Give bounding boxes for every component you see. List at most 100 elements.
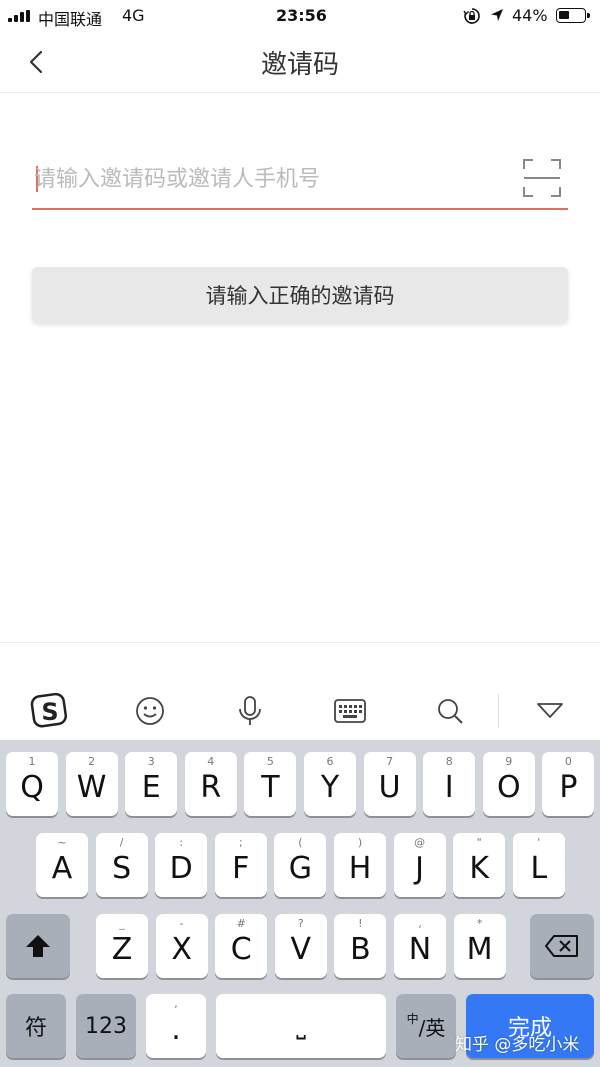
key-label: L bbox=[530, 850, 548, 886]
key-i[interactable]: 8I bbox=[423, 752, 476, 816]
key-x[interactable]: -X bbox=[155, 914, 208, 978]
submit-button[interactable]: 请输入正确的邀请码 bbox=[32, 267, 568, 323]
key-hint: ' bbox=[537, 836, 541, 849]
orientation-lock-icon bbox=[463, 8, 480, 24]
key-n[interactable]: ,N bbox=[394, 914, 446, 978]
sogou-logo-icon[interactable]: S bbox=[20, 682, 80, 740]
key-s[interactable]: / S bbox=[95, 833, 148, 897]
key-u[interactable]: 7U bbox=[363, 752, 416, 816]
key-hint: # bbox=[236, 917, 246, 930]
key-hint: " bbox=[476, 836, 482, 849]
svg-text:S: S bbox=[41, 698, 58, 726]
language-key-small-label: 中 bbox=[406, 1011, 419, 1026]
battery-icon bbox=[556, 8, 590, 23]
key-h[interactable]: ) H bbox=[334, 833, 386, 897]
key-label: R bbox=[200, 769, 222, 805]
key-hint: 1 bbox=[28, 755, 36, 768]
key-label: I bbox=[444, 769, 454, 805]
key-label: P bbox=[559, 769, 578, 805]
key-label: T bbox=[261, 769, 280, 805]
key-z[interactable]: _ Z bbox=[96, 914, 148, 978]
status-bar: 中国联通 4G 23:56 44% bbox=[0, 0, 600, 32]
key-r[interactable]: 4R bbox=[184, 752, 237, 816]
invite-code-input[interactable] bbox=[34, 160, 494, 198]
key-label: A bbox=[51, 850, 73, 886]
key-q[interactable]: 1Q bbox=[6, 752, 58, 816]
key-label: K bbox=[469, 850, 490, 886]
key-hint: 3 bbox=[147, 755, 155, 768]
key-label: M bbox=[466, 931, 493, 967]
key-hint: 8 bbox=[445, 755, 453, 768]
language-switch-key[interactable]: 中/英 bbox=[396, 994, 456, 1058]
punctuation-key[interactable]: , . bbox=[146, 994, 206, 1058]
space-key[interactable]: ⎵ bbox=[216, 994, 386, 1058]
key-label: U bbox=[378, 769, 401, 805]
nav-bar: 邀请码 bbox=[0, 32, 600, 93]
clock: 23:56 bbox=[276, 6, 327, 25]
microphone-icon[interactable] bbox=[220, 682, 280, 740]
key-m[interactable]: * M bbox=[453, 914, 506, 978]
key-hint: , bbox=[418, 917, 422, 930]
emoji-icon[interactable] bbox=[120, 682, 180, 740]
key-hint: 7 bbox=[386, 755, 394, 768]
backspace-icon bbox=[545, 935, 578, 957]
location-arrow-icon bbox=[491, 9, 503, 21]
symbol-key[interactable]: 符 bbox=[6, 994, 66, 1058]
key-k[interactable]: " K bbox=[453, 833, 506, 897]
invite-code-field bbox=[32, 150, 568, 210]
key-hint: 9 bbox=[505, 755, 513, 768]
key-hint: 5 bbox=[266, 755, 274, 768]
numbers-key[interactable]: 123 bbox=[76, 994, 136, 1058]
key-w[interactable]: 2W bbox=[65, 752, 118, 816]
key-label: F bbox=[232, 850, 250, 886]
key-v[interactable]: ? V bbox=[274, 914, 327, 978]
key-label: S bbox=[112, 850, 132, 886]
key-j[interactable]: @ J bbox=[393, 833, 446, 897]
key-label: N bbox=[408, 931, 432, 967]
key-c[interactable]: # C bbox=[215, 914, 268, 978]
shift-key[interactable] bbox=[6, 914, 70, 978]
keyboard-icon[interactable] bbox=[320, 682, 380, 740]
key-label: X bbox=[171, 931, 192, 967]
key-b[interactable]: ! B bbox=[334, 914, 387, 978]
key-label: E bbox=[141, 769, 161, 805]
key-e[interactable]: 3E bbox=[125, 752, 178, 816]
key-t[interactable]: 5T bbox=[244, 752, 297, 816]
toolbar-divider bbox=[498, 694, 499, 728]
key-p[interactable]: 0P bbox=[542, 752, 595, 816]
page-title: 邀请码 bbox=[260, 50, 339, 80]
key-hint: ? bbox=[297, 917, 304, 930]
signal-icon bbox=[8, 10, 32, 22]
key-f[interactable]: ; F bbox=[214, 833, 267, 897]
key-hint: * bbox=[476, 917, 483, 930]
key-l[interactable]: ' L bbox=[512, 833, 565, 897]
key-hint: 6 bbox=[326, 755, 334, 768]
key-hint: 0 bbox=[564, 755, 572, 768]
key-y[interactable]: 6Y bbox=[304, 752, 356, 816]
key-d[interactable]: :D bbox=[155, 833, 208, 897]
key-hint: ; bbox=[238, 836, 243, 849]
collapse-triangle-icon[interactable] bbox=[520, 682, 580, 740]
key-label: G bbox=[288, 850, 313, 886]
network-label: 4G bbox=[122, 6, 145, 25]
key-g[interactable]: (G bbox=[274, 833, 327, 897]
key-label: Y bbox=[320, 769, 340, 805]
search-icon[interactable] bbox=[420, 682, 480, 740]
scan-frame-icon[interactable] bbox=[522, 158, 562, 198]
backspace-key[interactable] bbox=[530, 914, 594, 978]
key-label: Z bbox=[111, 931, 133, 967]
key-label: B bbox=[350, 931, 371, 967]
key-hint: @ bbox=[414, 836, 426, 849]
key-hint: ! bbox=[358, 917, 363, 930]
key-hint: 2 bbox=[88, 755, 96, 768]
language-key-label: /英 bbox=[418, 1015, 446, 1040]
key-label: O bbox=[496, 769, 521, 805]
divider bbox=[0, 642, 600, 643]
key-label: H bbox=[348, 850, 372, 886]
key-hint: : bbox=[179, 836, 184, 849]
key-o[interactable]: 9O bbox=[482, 752, 535, 816]
battery-percent: 44% bbox=[512, 6, 548, 25]
space-label: ⎵ bbox=[296, 1012, 306, 1040]
key-a[interactable]: ~ A bbox=[36, 833, 88, 897]
key-hint: ( bbox=[298, 836, 303, 849]
